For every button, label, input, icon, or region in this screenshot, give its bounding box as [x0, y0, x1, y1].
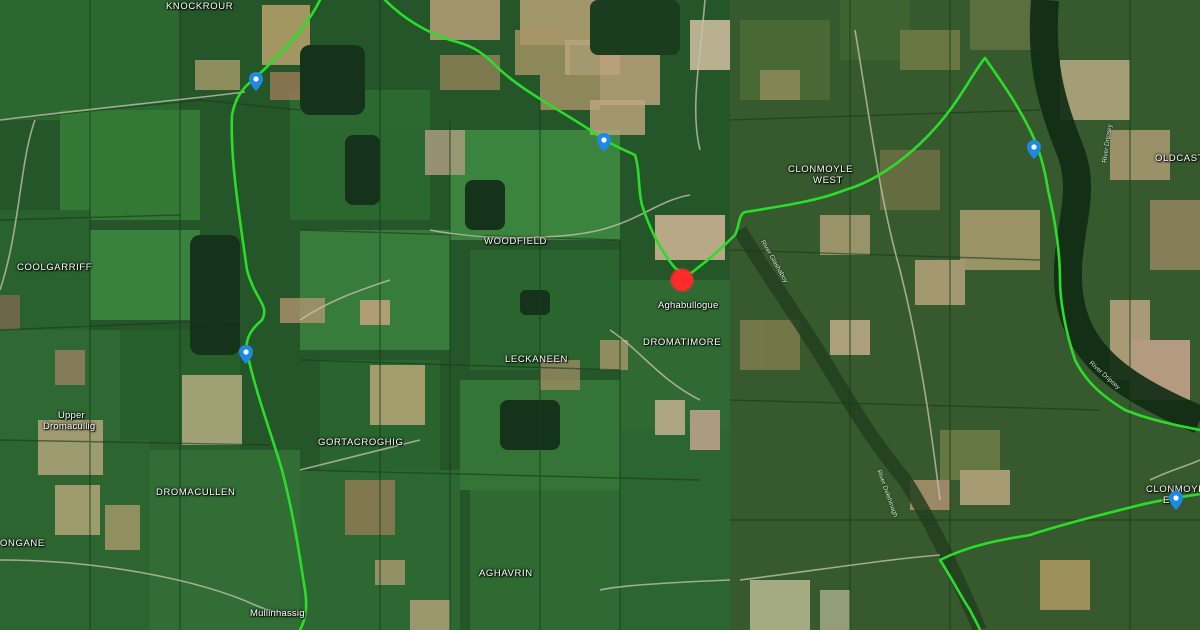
map-pin-icon	[1027, 140, 1041, 159]
pin-coolgarriff[interactable]	[239, 345, 253, 364]
pin-east[interactable]	[1027, 140, 1041, 159]
map-pin-icon	[249, 72, 263, 91]
pin-north[interactable]	[597, 133, 611, 152]
pin-knockrour[interactable]	[249, 72, 263, 91]
map-pin-icon	[239, 345, 253, 364]
satellite-terrain	[0, 0, 1200, 630]
pin-clonmoyle-east[interactable]	[1169, 491, 1183, 510]
location-marker-icon[interactable]	[670, 268, 694, 292]
map-viewport[interactable]: River Dripsey River Glashaboy River Dele…	[0, 0, 1200, 630]
map-pin-icon	[597, 133, 611, 152]
map-pin-icon	[1169, 491, 1183, 510]
